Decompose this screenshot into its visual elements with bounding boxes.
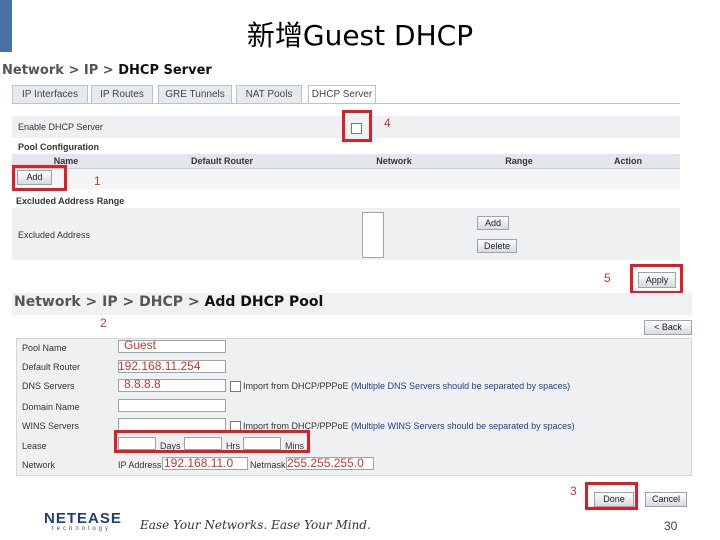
excluded-address-label: Excluded Address xyxy=(18,230,91,240)
cancel-button[interactable]: Cancel xyxy=(645,492,687,507)
slide-title: 新增Guest DHCP xyxy=(246,19,474,52)
dns-label: DNS Servers xyxy=(22,381,75,391)
excluded-heading: Excluded Address Range xyxy=(16,196,125,206)
breadcrumb-current: DHCP Server xyxy=(118,63,212,78)
breadcrumb-network[interactable]: Network xyxy=(2,63,64,78)
col-action: Action xyxy=(614,156,642,166)
breadcrumb: Network > IP > DHCP Server xyxy=(2,63,212,78)
col-network: Network xyxy=(376,156,412,166)
highlight-apply-button xyxy=(630,264,683,294)
tab-ip-interfaces[interactable]: IP Interfaces xyxy=(12,85,88,104)
breadcrumb-ip[interactable]: IP xyxy=(102,294,117,310)
breadcrumb-dhcp[interactable]: DHCP xyxy=(139,294,183,310)
breadcrumb-current: Add DHCP Pool xyxy=(204,294,324,310)
callout-4: 4 xyxy=(384,116,391,130)
netease-logo-sub: technology xyxy=(52,526,112,532)
domain-input[interactable] xyxy=(118,399,226,412)
excluded-panel xyxy=(12,208,680,260)
breadcrumb-ip[interactable]: IP xyxy=(84,63,98,78)
highlight-lease xyxy=(114,430,310,453)
netmask-value: 255.255.255.0 xyxy=(287,456,364,470)
lease-label: Lease xyxy=(22,441,47,451)
netmask-label: Netmask xyxy=(250,460,286,470)
tab-ip-routes[interactable]: IP Routes xyxy=(91,85,153,104)
enable-dhcp-label: Enable DHCP Server xyxy=(18,122,103,132)
callout-2: 2 xyxy=(100,316,107,330)
dns-import-checkbox[interactable] xyxy=(230,381,241,392)
tab-divider xyxy=(12,103,680,104)
callout-5: 5 xyxy=(604,271,611,285)
highlight-done-button xyxy=(585,482,638,510)
netease-logo: NETEASE xyxy=(44,510,122,527)
excluded-delete-button[interactable]: Delete xyxy=(477,239,517,253)
excluded-address-list[interactable] xyxy=(362,212,384,258)
pool-config-heading: Pool Configuration xyxy=(18,142,99,152)
pool-name-value: Guest xyxy=(124,338,157,352)
slogan: Ease Your Networks. Ease Your Mind. xyxy=(140,518,371,532)
default-router-label: Default Router xyxy=(22,362,81,372)
col-range: Range xyxy=(505,156,533,166)
breadcrumb-network[interactable]: Network xyxy=(14,294,81,310)
dns-hint: Import from DHCP/PPPoE (Multiple DNS Ser… xyxy=(243,381,571,391)
pool-table-body xyxy=(12,169,680,189)
ip-address-value: 192.168.11.0 xyxy=(164,456,234,470)
pool-table-header xyxy=(12,154,680,169)
wins-label: WINS Servers xyxy=(22,421,80,431)
tab-nat-pools[interactable]: NAT Pools xyxy=(236,85,302,104)
back-button[interactable]: < Back xyxy=(644,320,692,335)
default-router-value: 192.168.11.254 xyxy=(118,359,201,373)
callout-1: 1 xyxy=(94,174,101,188)
ip-address-label: IP Address xyxy=(118,460,162,470)
excluded-add-button[interactable]: Add xyxy=(477,216,509,230)
callout-3: 3 xyxy=(570,484,577,498)
highlight-enable-checkbox xyxy=(342,110,372,142)
dns-value: 8.8.8.8 xyxy=(124,377,161,391)
network-label: Network xyxy=(22,460,56,470)
highlight-add-button xyxy=(12,165,67,191)
col-default-router: Default Router xyxy=(190,156,253,166)
domain-label: Domain Name xyxy=(22,402,80,412)
tab-gre-tunnels[interactable]: GRE Tunnels xyxy=(158,85,232,104)
page-number: 30 xyxy=(664,519,678,533)
tab-dhcp-server[interactable]: DHCP Server xyxy=(308,85,376,104)
add-pool-breadcrumb: Network > IP > DHCP > Add DHCP Pool xyxy=(14,294,324,310)
pool-name-label: Pool Name xyxy=(22,343,67,353)
